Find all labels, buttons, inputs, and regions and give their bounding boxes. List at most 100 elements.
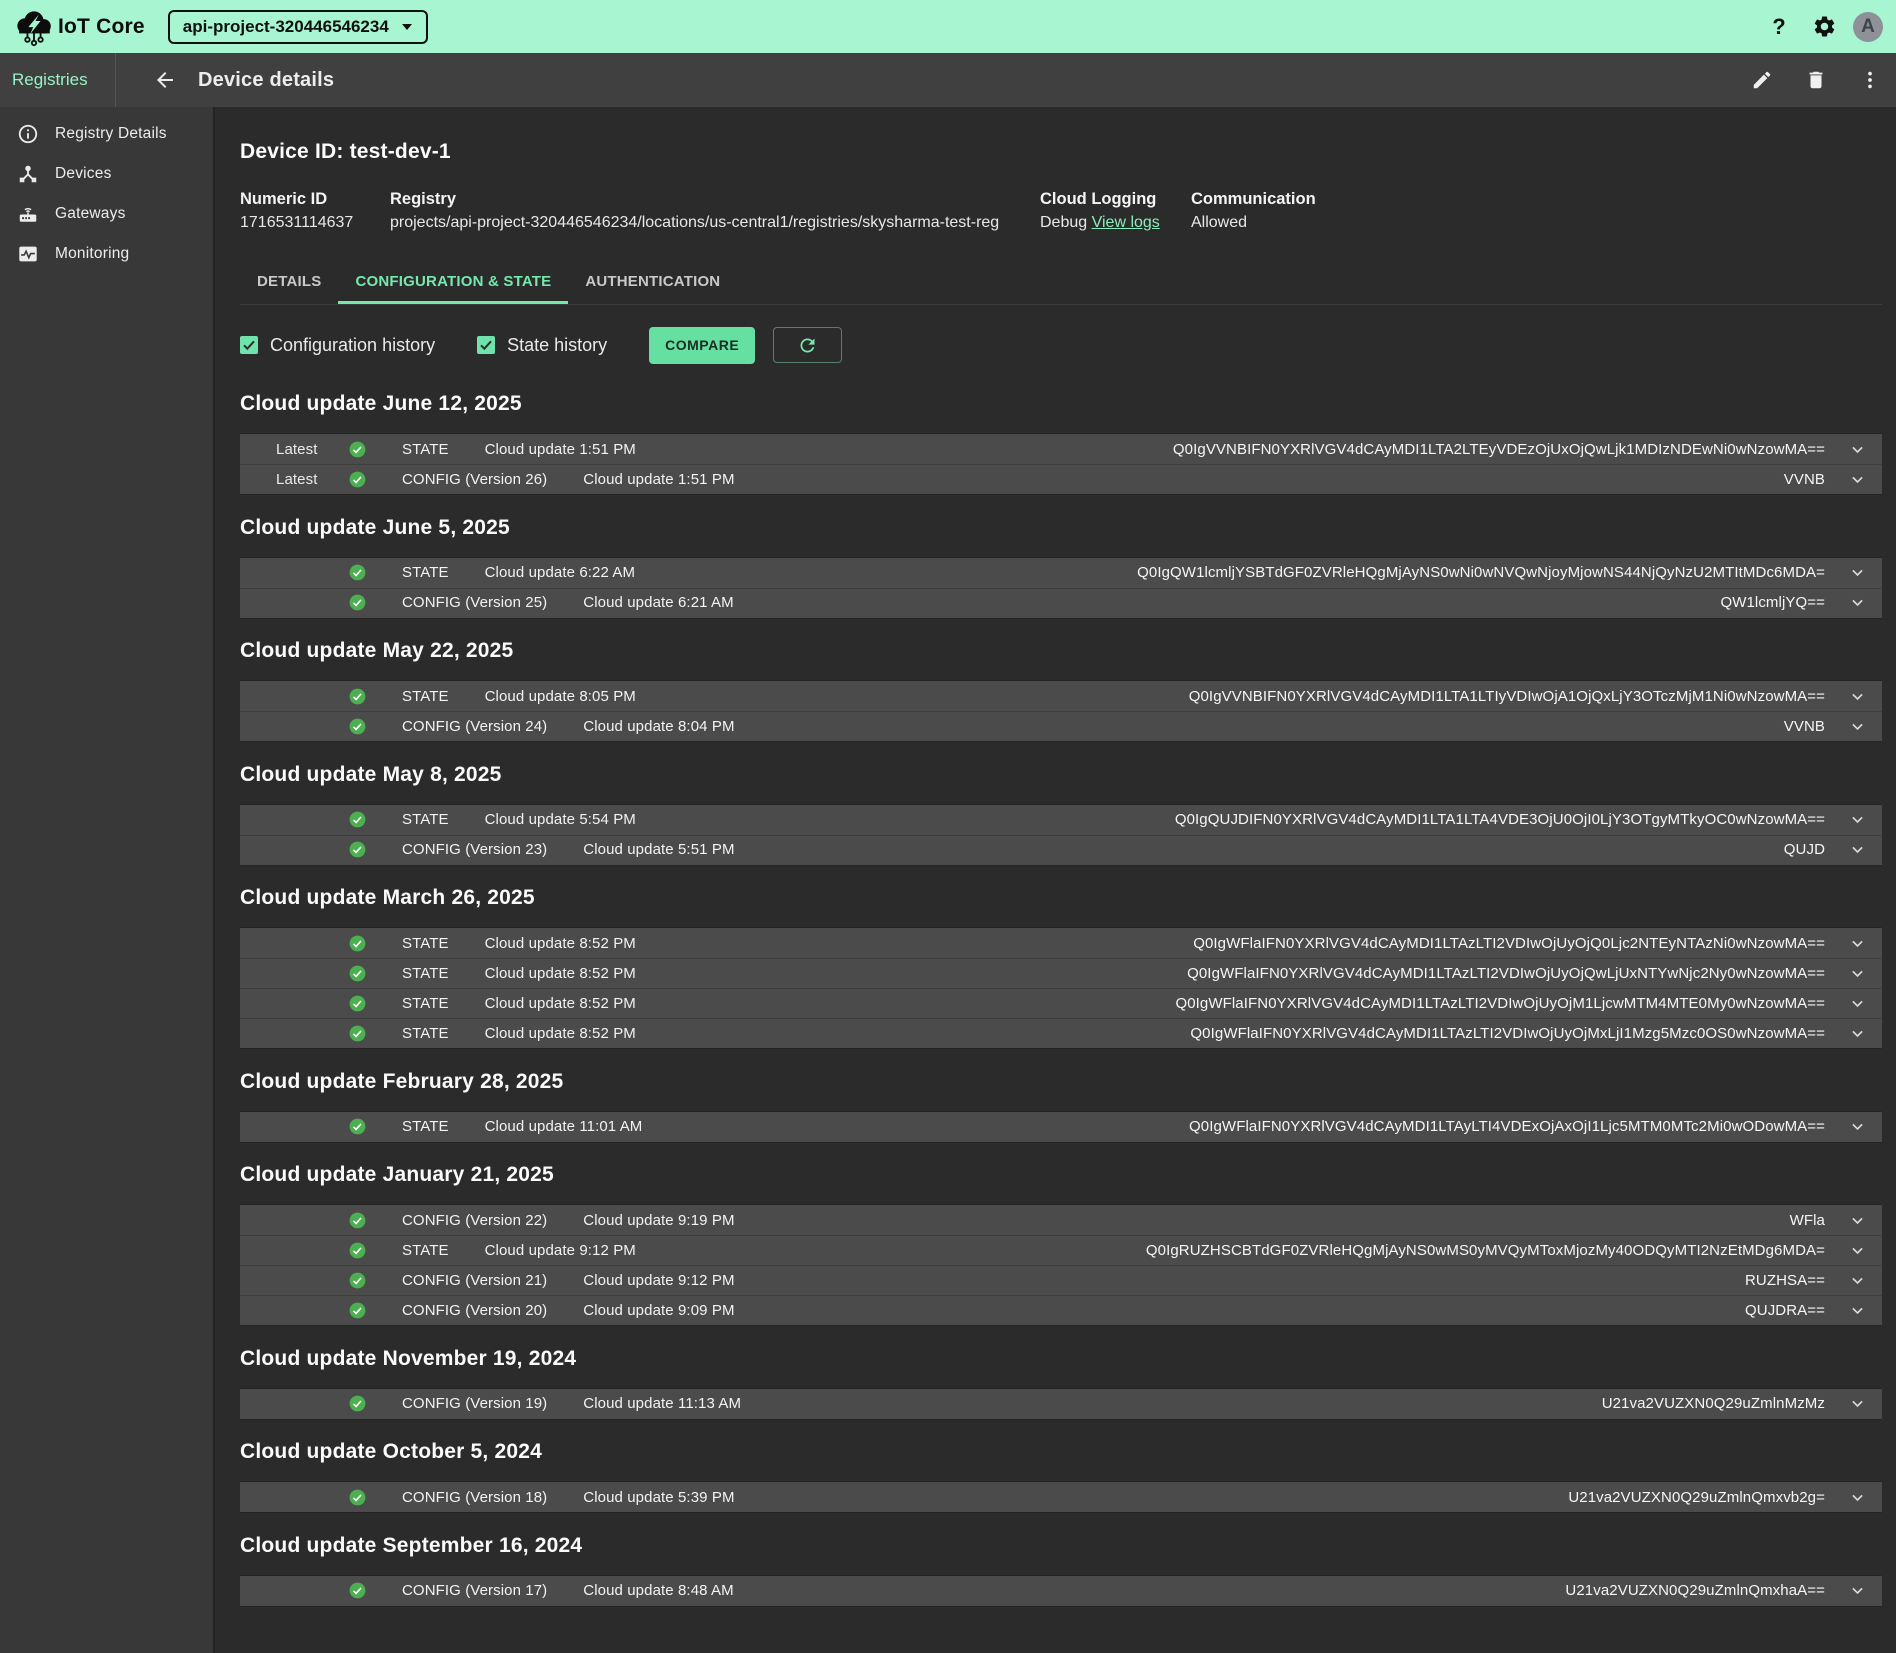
history-row[interactable]: STATE Cloud update 5:54 PM Q0IgQUJDIFN0Y…	[240, 805, 1882, 835]
row-data-base64: Q0IgVVNBIFN0YXRlVGV4dCAyMDI1LTA2LTEyVDEz…	[1173, 441, 1825, 458]
row-type: STATE	[402, 564, 449, 581]
help-icon[interactable]: ?	[1767, 14, 1791, 40]
history-row[interactable]: STATE Cloud update 9:12 PM Q0IgRUZHSCBTd…	[240, 1235, 1882, 1265]
history-groups: Cloud update June 12, 2025 Latest STATE …	[240, 392, 1882, 1607]
sidebar-item-label: Monitoring	[55, 245, 129, 263]
chevron-down-icon[interactable]	[1849, 1118, 1866, 1135]
row-update-time: Cloud update 8:52 PM	[485, 965, 636, 982]
row-type: STATE	[402, 1242, 449, 1259]
row-type: CONFIG (Version 22)	[402, 1212, 547, 1229]
history-row[interactable]: CONFIG (Version 23) Cloud update 5:51 PM…	[240, 835, 1882, 865]
check-circle-icon	[348, 1271, 367, 1290]
chevron-down-icon[interactable]	[1849, 1242, 1866, 1259]
avatar[interactable]: A	[1853, 12, 1883, 42]
row-data-base64: RUZHSA==	[1745, 1272, 1825, 1289]
history-row[interactable]: CONFIG (Version 24) Cloud update 8:04 PM…	[240, 711, 1882, 741]
delete-icon[interactable]	[1805, 69, 1827, 91]
row-type: CONFIG (Version 25)	[402, 594, 547, 611]
state-history-checkbox[interactable]	[477, 336, 495, 354]
chevron-down-icon[interactable]	[1849, 1582, 1866, 1599]
appbar-actions: ? A	[1767, 12, 1883, 42]
history-row[interactable]: STATE Cloud update 8:52 PM Q0IgWFlaIFN0Y…	[240, 928, 1882, 958]
row-data-base64: U21va2VUZXN0Q29uZmlnQmxhaA==	[1565, 1582, 1825, 1599]
chevron-down-icon[interactable]	[1849, 688, 1866, 705]
monitoring-icon	[17, 243, 39, 265]
history-row[interactable]: STATE Cloud update 11:01 AM Q0IgWFlaIFN0…	[240, 1112, 1882, 1142]
row-data-base64: Q0IgRUZHSCBTdGF0ZVRleHQgMjAyNS0wMS0yMVQy…	[1146, 1242, 1825, 1259]
row-update-time: Cloud update 8:52 PM	[485, 1025, 636, 1042]
history-row[interactable]: STATE Cloud update 8:52 PM Q0IgWFlaIFN0Y…	[240, 958, 1882, 988]
row-type: STATE	[402, 811, 449, 828]
history-rows: STATE Cloud update 11:01 AM Q0IgWFlaIFN0…	[240, 1111, 1882, 1143]
history-row[interactable]: CONFIG (Version 20) Cloud update 9:09 PM…	[240, 1295, 1882, 1325]
view-logs-link[interactable]: View logs	[1092, 214, 1160, 231]
row-data-base64: Q0IgVVNBIFN0YXRlVGV4dCAyMDI1LTA1LTIyVDIw…	[1189, 688, 1825, 705]
check-circle-icon	[348, 1117, 367, 1136]
check-circle-icon	[348, 563, 367, 582]
tab-authentication[interactable]: AUTHENTICATION	[568, 258, 737, 304]
row-update-time: Cloud update 5:54 PM	[485, 811, 636, 828]
chevron-down-icon[interactable]	[1849, 841, 1866, 858]
check-circle-icon	[348, 470, 367, 489]
app-bar: IoT Core api-project-320446546234 ? A	[0, 0, 1896, 53]
chevron-down-icon[interactable]	[1849, 1212, 1866, 1229]
more-vert-icon[interactable]	[1859, 69, 1881, 91]
history-row[interactable]: STATE Cloud update 8:52 PM Q0IgWFlaIFN0Y…	[240, 1018, 1882, 1048]
history-row[interactable]: CONFIG (Version 18) Cloud update 5:39 PM…	[240, 1482, 1882, 1512]
page-title: Device details	[198, 69, 334, 92]
project-selector[interactable]: api-project-320446546234	[168, 10, 428, 44]
info-icon	[17, 123, 39, 145]
chevron-down-icon[interactable]	[1849, 441, 1866, 458]
history-row[interactable]: CONFIG (Version 17) Cloud update 8:48 AM…	[240, 1576, 1882, 1606]
registries-nav[interactable]: Registries	[0, 53, 116, 107]
chevron-down-icon[interactable]	[1849, 564, 1866, 581]
compare-button[interactable]: COMPARE	[649, 327, 755, 364]
gear-icon[interactable]	[1812, 14, 1837, 39]
sidebar-item-gateways[interactable]: Gateways	[0, 194, 213, 234]
history-row[interactable]: STATE Cloud update 8:52 PM Q0IgWFlaIFN0Y…	[240, 988, 1882, 1018]
check-circle-icon	[348, 964, 367, 983]
chevron-down-icon[interactable]	[1849, 811, 1866, 828]
chevron-down-icon[interactable]	[1849, 1395, 1866, 1412]
chevron-down-icon[interactable]	[1849, 1302, 1866, 1319]
history-row[interactable]: Latest CONFIG (Version 26) Cloud update …	[240, 464, 1882, 494]
chevron-down-icon[interactable]	[1849, 1489, 1866, 1506]
chevron-down-icon[interactable]	[1849, 995, 1866, 1012]
chevron-down-icon[interactable]	[1849, 1025, 1866, 1042]
registry-label: Registry	[390, 190, 1040, 209]
row-data-base64: U21va2VUZXN0Q29uZmlnMzMz	[1602, 1395, 1825, 1412]
chevron-down-icon[interactable]	[1849, 965, 1866, 982]
edit-icon[interactable]	[1751, 69, 1773, 91]
tab-details[interactable]: DETAILS	[240, 258, 338, 304]
history-row[interactable]: STATE Cloud update 8:05 PM Q0IgVVNBIFN0Y…	[240, 681, 1882, 711]
chevron-down-icon[interactable]	[1849, 1272, 1866, 1289]
history-row[interactable]: CONFIG (Version 19) Cloud update 11:13 A…	[240, 1389, 1882, 1419]
chevron-down-icon[interactable]	[1849, 935, 1866, 952]
chevron-down-icon[interactable]	[1849, 471, 1866, 488]
sidebar-item-registry-details[interactable]: Registry Details	[0, 114, 213, 154]
history-row[interactable]: CONFIG (Version 25) Cloud update 6:21 AM…	[240, 588, 1882, 618]
sidebar-item-devices[interactable]: Devices	[0, 154, 213, 194]
chevron-down-icon[interactable]	[1849, 718, 1866, 735]
history-row[interactable]: CONFIG (Version 22) Cloud update 9:19 PM…	[240, 1205, 1882, 1235]
history-row[interactable]: STATE Cloud update 6:22 AM Q0IgQW1lcmljY…	[240, 558, 1882, 588]
history-row[interactable]: Latest STATE Cloud update 1:51 PM Q0IgVV…	[240, 434, 1882, 464]
group-title: Cloud update October 5, 2024	[240, 1440, 1882, 1464]
sidebar-item-monitoring[interactable]: Monitoring	[0, 234, 213, 274]
history-rows: STATE Cloud update 6:22 AM Q0IgQW1lcmljY…	[240, 557, 1882, 619]
tab-configuration-state[interactable]: CONFIGURATION & STATE	[338, 258, 568, 304]
check-circle-icon	[348, 994, 367, 1013]
configuration-history-label: Configuration history	[270, 335, 435, 356]
group-title: Cloud update May 22, 2025	[240, 639, 1882, 663]
refresh-button[interactable]	[773, 327, 842, 363]
back-arrow-icon[interactable]	[153, 68, 177, 92]
check-circle-icon	[348, 717, 367, 736]
meta-column: Communication Allowed	[1191, 190, 1316, 232]
communication-label: Communication	[1191, 190, 1316, 209]
configuration-history-checkbox[interactable]	[240, 336, 258, 354]
communication-value: Allowed	[1191, 214, 1316, 232]
checkmark-icon	[478, 337, 494, 353]
chevron-down-icon[interactable]	[1849, 594, 1866, 611]
check-circle-icon	[348, 593, 367, 612]
history-row[interactable]: CONFIG (Version 21) Cloud update 9:12 PM…	[240, 1265, 1882, 1295]
